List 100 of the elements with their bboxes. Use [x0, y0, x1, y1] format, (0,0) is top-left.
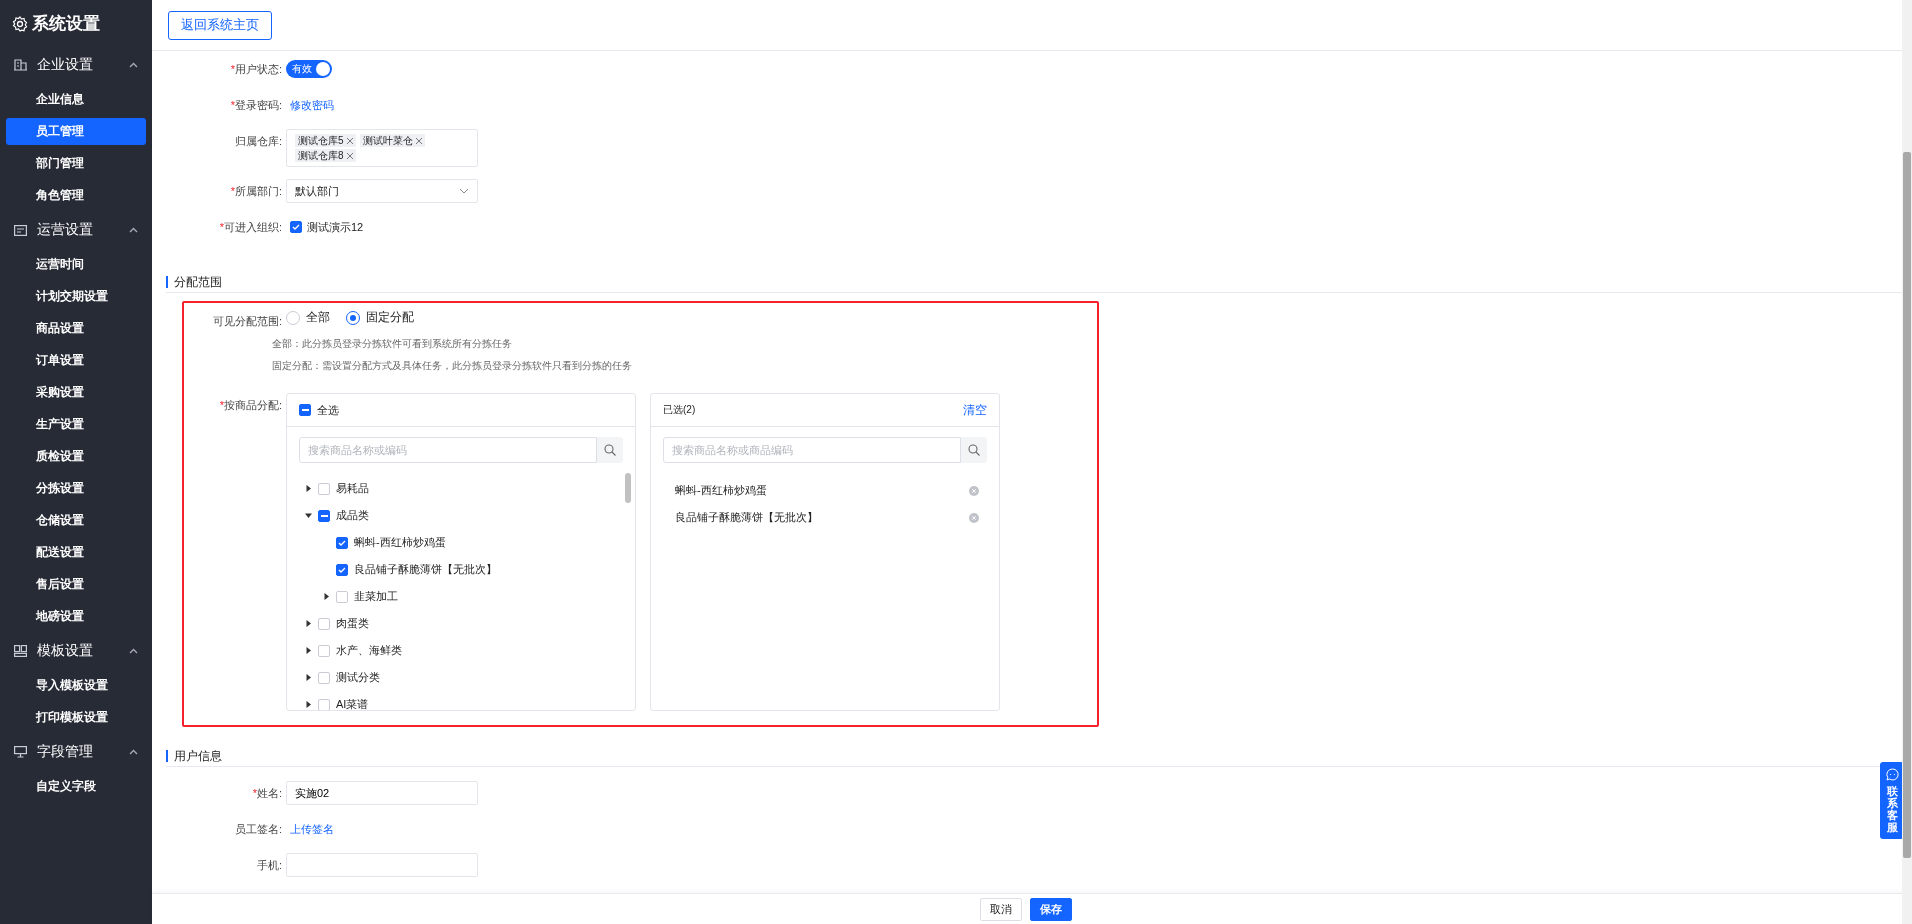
back-home-button[interactable]: 返回系统主页 [168, 10, 272, 40]
department-select[interactable]: 默认部门 [286, 179, 478, 203]
tag: 测试仓库5 [295, 134, 356, 147]
search-icon [968, 444, 980, 456]
tree-item-label[interactable]: 肉蛋类 [336, 616, 369, 631]
field-label: 归属仓库: [233, 134, 283, 149]
field-label: 可见分配范围: [211, 314, 283, 329]
radio-option[interactable]: 固定分配 [346, 309, 414, 326]
building-icon [14, 59, 27, 71]
text-input[interactable]: 实施02 [286, 781, 478, 805]
chevron-up-icon [129, 648, 138, 654]
search-field[interactable]: 搜索商品名称或商品编码 [663, 437, 961, 463]
tree-item-label[interactable]: 良品铺子酥脆薄饼【无批次】 [354, 562, 497, 577]
radio-option[interactable]: 全部 [286, 309, 330, 326]
checkbox[interactable] [336, 563, 348, 576]
checkmark-icon [338, 565, 346, 574]
sidebar-item[interactable]: 质检设置 [6, 443, 146, 470]
menu-group[interactable]: 企业设置 [6, 49, 146, 81]
select-all-label[interactable]: 全选 [317, 402, 339, 418]
sidebar-item[interactable]: 订单设置 [6, 347, 146, 374]
close-icon[interactable] [346, 137, 353, 144]
sidebar-item[interactable]: 员工管理 [6, 118, 146, 145]
chevron-down-icon [459, 188, 469, 194]
caret-icon[interactable] [305, 701, 312, 708]
hint-text: 全部：此分拣员登录分拣软件可看到系统所有分拣任务 [271, 337, 513, 351]
caret-icon[interactable] [323, 593, 330, 600]
menu-group[interactable]: 字段管理 [6, 736, 146, 768]
menu-group[interactable]: 模板设置 [6, 635, 146, 667]
tree-item-label[interactable]: 成品类 [336, 508, 369, 523]
settings-icon [12, 15, 28, 32]
checkbox[interactable] [336, 536, 348, 549]
checkmark-icon [292, 223, 300, 231]
tree-item-label[interactable]: 水产、海鲜类 [336, 643, 402, 658]
menu-group[interactable]: 运营设置 [6, 214, 146, 246]
tree-item-label[interactable]: 易耗品 [336, 481, 369, 496]
search-button[interactable] [961, 437, 987, 463]
scrollbar-thumb[interactable] [1903, 152, 1911, 858]
sidebar-item[interactable]: 地磅设置 [6, 603, 146, 630]
caret-icon[interactable] [305, 620, 312, 627]
tree-item-label[interactable]: 韭菜加工 [354, 589, 398, 604]
sidebar-item[interactable]: 售后设置 [6, 571, 146, 598]
section-title: 分配范围 [166, 275, 222, 288]
selected-item: 蝌蚪-西红柿炒鸡蛋 [675, 483, 767, 498]
search-field[interactable]: 搜索商品名称或编码 [299, 437, 597, 463]
tag: 测试仓库8 [295, 149, 356, 162]
minus-icon [301, 409, 309, 411]
sidebar-item[interactable]: 自定义字段 [6, 773, 146, 800]
caret-icon[interactable] [305, 485, 312, 492]
sidebar-title: 系统设置 [32, 13, 100, 35]
selected-item: 良品铺子酥脆薄饼【无批次】 [675, 510, 818, 525]
search-button[interactable] [597, 437, 623, 463]
field-label: 员工签名: [233, 822, 283, 837]
field-label: *用户状态: [229, 62, 283, 77]
sidebar-item[interactable]: 商品设置 [6, 315, 146, 342]
contact-support-button[interactable]: 联系客服 [1880, 762, 1904, 840]
checkbox-label[interactable]: 测试演示12 [307, 219, 364, 235]
monitor-icon [14, 746, 27, 758]
sidebar-item[interactable]: 采购设置 [6, 379, 146, 406]
caret-icon[interactable] [305, 674, 312, 681]
tree-item-label[interactable]: AI菜谱 [336, 697, 369, 710]
checkbox[interactable] [299, 404, 311, 416]
sidebar-item[interactable]: 生产设置 [6, 411, 146, 438]
hint-text: 固定分配：需设置分配方式及具体任务，此分拣员登录分拣软件只看到分拣的任务 [271, 359, 633, 373]
sidebar-item[interactable]: 分拣设置 [6, 475, 146, 502]
chevron-up-icon [129, 749, 138, 755]
tree-item-label[interactable]: 蝌蚪-西红柿炒鸡蛋 [354, 535, 446, 550]
tag: 测试叶菜仓 [359, 134, 425, 147]
close-icon[interactable] [346, 152, 353, 159]
link[interactable]: 上传签名 [286, 817, 334, 841]
checkbox[interactable] [290, 221, 302, 233]
text-input[interactable] [286, 853, 478, 877]
caret-icon[interactable] [305, 647, 312, 654]
clear-link[interactable]: 清空 [959, 398, 987, 422]
sidebar-item[interactable]: 导入模板设置 [6, 672, 146, 699]
sidebar-item[interactable]: 配送设置 [6, 539, 146, 566]
checkbox[interactable] [318, 509, 330, 522]
save-button[interactable]: 保存 [1030, 897, 1072, 921]
close-icon[interactable] [415, 137, 422, 144]
sidebar-item[interactable]: 仓储设置 [6, 507, 146, 534]
sidebar-item[interactable]: 运营时间 [6, 251, 146, 278]
search-icon [604, 444, 616, 456]
section-title: 用户信息 [166, 749, 222, 762]
tree-item-label[interactable]: 测试分类 [336, 670, 380, 685]
scrollbar-thumb[interactable] [625, 473, 631, 503]
sidebar-item[interactable]: 部门管理 [6, 150, 146, 177]
sidebar-item[interactable]: 打印模板设置 [6, 704, 146, 731]
card-icon [14, 224, 27, 236]
field-label: *姓名: [251, 786, 283, 801]
sidebar-item[interactable]: 企业信息 [6, 86, 146, 113]
cancel-button[interactable]: 取消 [980, 897, 1022, 921]
field-label: *登录密码: [229, 98, 283, 113]
caret-icon[interactable] [305, 512, 312, 519]
status-switch[interactable]: 有效 [286, 60, 332, 78]
selected-count: 已选(2) [663, 403, 696, 417]
tag-select-field[interactable]: 测试仓库5 测试叶菜仓 测试仓库8 [286, 129, 478, 167]
link[interactable]: 修改密码 [286, 93, 334, 117]
sidebar-item[interactable]: 计划交期设置 [6, 283, 146, 310]
checkmark-icon [338, 538, 346, 547]
field-label: *按商品分配: [218, 398, 283, 413]
sidebar-item[interactable]: 角色管理 [6, 182, 146, 209]
